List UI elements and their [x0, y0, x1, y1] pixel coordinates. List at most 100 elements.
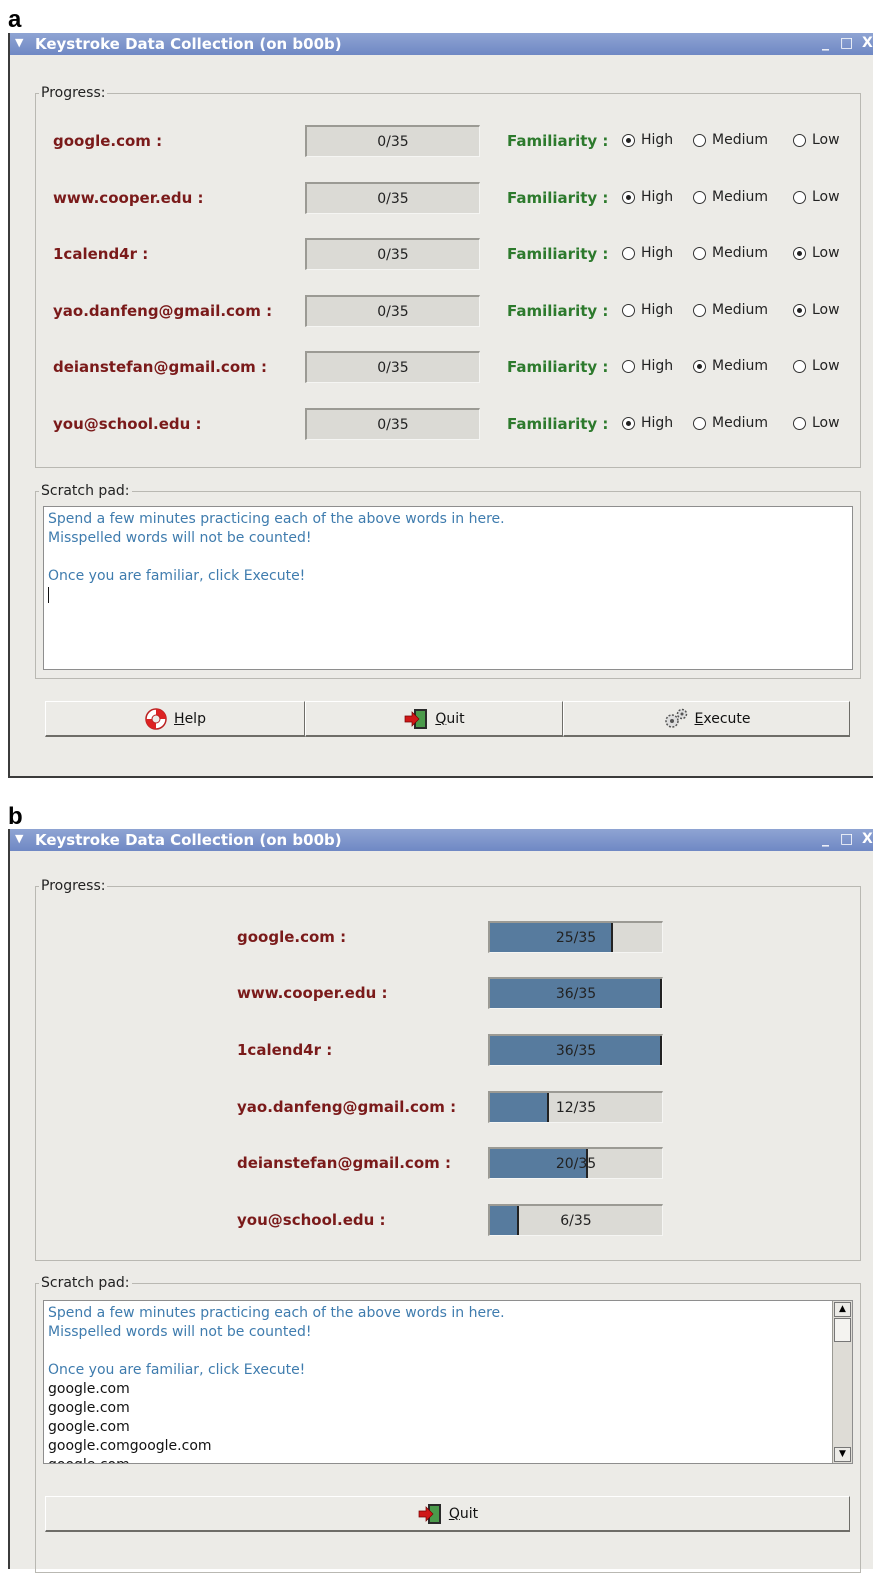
radio-checked-icon[interactable]	[622, 416, 635, 430]
progress-group: Progress:	[35, 878, 861, 1261]
radio-low[interactable]: Low	[793, 358, 840, 374]
radio-low[interactable]: Low	[793, 189, 840, 205]
radio-label: Medium	[712, 132, 768, 148]
radio-low[interactable]: Low	[793, 132, 840, 148]
word-label: www.cooper.edu :	[53, 189, 204, 207]
typed-line: google.com	[48, 1400, 130, 1416]
familiarity-label: Familiarity :	[507, 358, 609, 376]
radio-unchecked-icon[interactable]	[793, 190, 806, 204]
word-label: you@school.edu :	[53, 415, 202, 433]
radio-unchecked-icon[interactable]	[693, 133, 706, 147]
word-label: deianstefan@gmail.com :	[53, 358, 267, 376]
radio-medium[interactable]: Medium	[693, 302, 768, 318]
progress-text: 0/35	[377, 190, 409, 207]
radio-unchecked-icon[interactable]	[693, 303, 706, 317]
progress-bar: 0/35	[305, 238, 480, 270]
minimize-icon[interactable]: _	[822, 35, 829, 51]
radio-label: High	[641, 415, 674, 431]
help-button[interactable]: Help	[45, 701, 305, 737]
radio-label: High	[641, 189, 674, 205]
radio-unchecked-icon[interactable]	[622, 246, 635, 260]
radio-medium[interactable]: Medium	[693, 415, 768, 431]
radio-unchecked-icon[interactable]	[793, 133, 806, 147]
radio-checked-icon[interactable]	[693, 359, 706, 373]
scratch-pad[interactable]: Spend a few minutes practicing each of t…	[43, 1300, 853, 1464]
progress-text: 0/35	[377, 303, 409, 320]
radio-low[interactable]: Low	[793, 245, 840, 261]
progress-bar: 0/35	[305, 351, 480, 383]
radio-medium[interactable]: Medium	[693, 245, 768, 261]
radio-medium[interactable]: Medium	[693, 189, 768, 205]
scratch-line: Once you are familiar, click Execute!	[48, 1362, 306, 1378]
text-cursor	[48, 587, 49, 603]
radio-high[interactable]: High	[622, 245, 673, 261]
radio-unchecked-icon[interactable]	[693, 246, 706, 260]
word-label: google.com :	[53, 132, 163, 150]
word-label: google.com :	[237, 928, 347, 946]
scratch-line: Spend a few minutes practicing each of t…	[48, 1305, 505, 1321]
window-menu-icon[interactable]: ▼	[15, 832, 23, 845]
radio-medium[interactable]: Medium	[693, 132, 768, 148]
radio-unchecked-icon[interactable]	[793, 416, 806, 430]
scratch-line: Misspelled words will not be counted!	[48, 1324, 312, 1340]
scratch-line: Once you are familiar, click Execute!	[48, 568, 306, 584]
radio-high[interactable]: High	[622, 415, 673, 431]
execute-button[interactable]: Execute	[563, 701, 850, 737]
minimize-icon[interactable]: _	[822, 831, 829, 847]
window-title: Keystroke Data Collection (on b00b)	[35, 831, 342, 849]
radio-low[interactable]: Low	[793, 415, 840, 431]
window-menu-icon[interactable]: ▼	[15, 36, 23, 49]
familiarity-label: Familiarity :	[507, 189, 609, 207]
progress-text: 0/35	[377, 359, 409, 376]
word-label: www.cooper.edu :	[237, 984, 388, 1002]
radio-checked-icon[interactable]	[793, 303, 806, 317]
radio-label: Low	[812, 358, 840, 374]
radio-label: Medium	[712, 302, 768, 318]
close-icon[interactable]: X	[862, 831, 873, 847]
close-icon[interactable]: X	[862, 35, 873, 51]
progress-text: 0/35	[377, 416, 409, 433]
radio-low[interactable]: Low	[793, 302, 840, 318]
quit-label: Quit	[435, 710, 465, 727]
window-title: Keystroke Data Collection (on b00b)	[35, 35, 342, 53]
maximize-icon[interactable]: □	[840, 35, 853, 51]
radio-unchecked-icon[interactable]	[693, 190, 706, 204]
radio-unchecked-icon[interactable]	[693, 416, 706, 430]
progress-bar: 12/35	[488, 1091, 663, 1123]
window-a: ▼ Keystroke Data Collection (on b00b) _ …	[8, 33, 873, 778]
typed-line: google.com	[48, 1456, 826, 1463]
radio-high[interactable]: High	[622, 358, 673, 374]
progress-text: 12/35	[555, 1099, 597, 1116]
radio-high[interactable]: High	[622, 302, 673, 318]
radio-label: Medium	[712, 189, 768, 205]
progress-legend: Progress:	[39, 878, 108, 894]
panel-a-letter: a	[8, 6, 22, 33]
scratch-pad[interactable]: Spend a few minutes practicing each of t…	[43, 506, 853, 670]
scratch-line: Spend a few minutes practicing each of t…	[48, 511, 505, 527]
progress-text: 0/35	[377, 246, 409, 263]
radio-medium[interactable]: Medium	[693, 358, 768, 374]
radio-high[interactable]: High	[622, 132, 673, 148]
word-label: you@school.edu :	[237, 1211, 386, 1229]
maximize-icon[interactable]: □	[840, 831, 853, 847]
progress-text: 36/35	[555, 985, 597, 1002]
window-b: ▼ Keystroke Data Collection (on b00b) _ …	[8, 829, 873, 1573]
radio-checked-icon[interactable]	[622, 133, 635, 147]
scratch-line: Misspelled words will not be counted!	[48, 530, 312, 546]
progress-bar: 6/35	[488, 1204, 663, 1236]
scroll-thumb[interactable]	[834, 1318, 851, 1342]
progress-bar: 25/35	[488, 921, 663, 953]
scroll-down-icon[interactable]: ▼	[834, 1447, 851, 1462]
scroll-up-icon[interactable]: ▲	[834, 1302, 851, 1317]
quit-button[interactable]: Quit	[305, 701, 563, 737]
radio-high[interactable]: High	[622, 189, 673, 205]
radio-unchecked-icon[interactable]	[622, 303, 635, 317]
radio-unchecked-icon[interactable]	[622, 359, 635, 373]
radio-label: High	[641, 302, 674, 318]
radio-checked-icon[interactable]	[622, 190, 635, 204]
radio-unchecked-icon[interactable]	[793, 359, 806, 373]
quit-button[interactable]: Quit	[45, 1496, 850, 1532]
typed-line: google.com	[48, 1419, 130, 1435]
scratch-scrollbar[interactable]: ▲ ▼	[832, 1301, 852, 1463]
radio-checked-icon[interactable]	[793, 246, 806, 260]
